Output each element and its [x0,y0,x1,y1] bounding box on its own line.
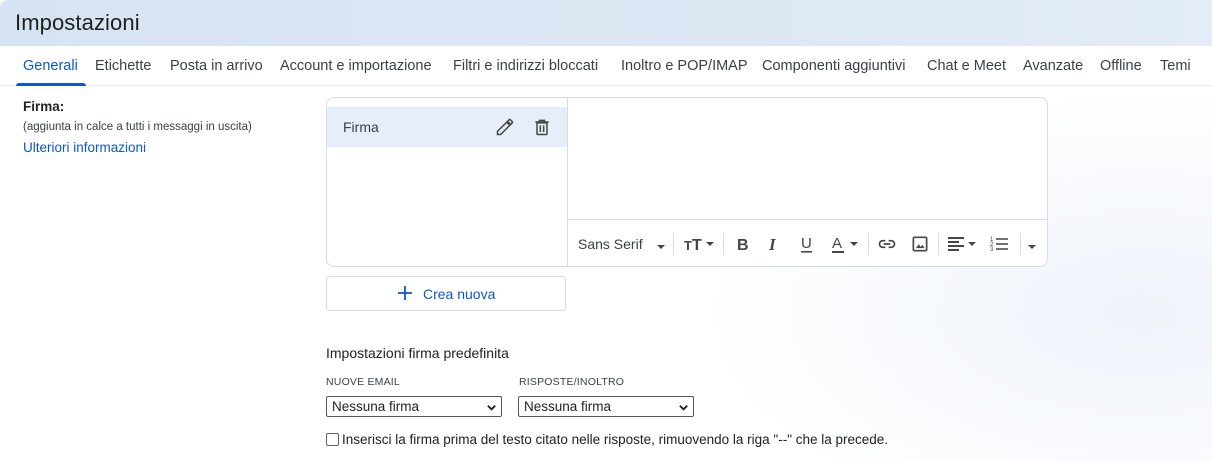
insert-before-quote-label: Inserisci la firma prima del testo citat… [342,432,889,447]
new-email-signature-select[interactable]: Nessuna firma [326,396,502,417]
svg-text:T: T [692,237,702,254]
tab-account-importazione[interactable]: Account e importazione [280,58,432,74]
default-signature-title: Impostazioni firma predefinita [326,345,509,361]
toolbar-divider [673,233,674,255]
tab-chat-meet[interactable]: Chat e Meet [927,58,1006,74]
tab-filtri[interactable]: Filtri e indirizzi bloccati [453,58,598,74]
bold-icon[interactable]: B [735,234,753,254]
new-email-label: NUOVE EMAIL [326,376,400,388]
tab-offline[interactable]: Offline [1100,58,1142,74]
replies-signature-select[interactable]: Nessuna firma [518,396,694,417]
page-title: Impostazioni [15,10,140,35]
new-email-selected-value: Nessuna firma [332,399,420,414]
align-icon[interactable] [946,234,980,254]
insert-before-quote-checkbox[interactable] [326,433,339,446]
signature-list: Firma [327,98,568,266]
chevron-down-icon [678,401,689,416]
formatting-toolbar: Sans Serif TT B I U A 1 2 3 [568,219,1047,266]
svg-text:U: U [801,235,812,252]
font-family-select[interactable]: Sans Serif [578,236,643,256]
svg-text:3: 3 [990,247,994,253]
toolbar-divider [868,233,869,255]
tab-posta-in-arrivo[interactable]: Posta in arrivo [170,58,263,74]
tab-temi[interactable]: Temi [1160,58,1191,74]
svg-text:A: A [832,235,842,252]
chevron-down-icon [486,401,497,416]
page-header: Impostazioni [0,0,1212,46]
numbered-list-icon[interactable]: 123 [990,234,1010,254]
svg-text:B: B [737,237,749,254]
signature-sublabel: (aggiunta in calce a tutti i messaggi in… [23,121,252,133]
edit-icon[interactable] [495,117,515,137]
tab-generali[interactable]: Generali [23,58,78,74]
signature-panel: Firma Sans Serif TT B I U A 1 2 3 [326,97,1048,267]
link-icon[interactable] [877,234,897,254]
font-dropdown-caret-icon[interactable] [656,239,666,259]
tab-avanzate[interactable]: Avanzate [1023,58,1083,74]
delete-icon[interactable] [532,117,552,137]
create-new-label: Crea nuova [423,286,496,302]
replies-selected-value: Nessuna firma [524,399,612,414]
tab-inoltro-pop-imap[interactable]: Inoltro e POP/IMAP [621,58,748,74]
text-color-icon[interactable]: A [830,234,862,254]
plus-icon [397,285,413,306]
create-new-signature-button[interactable]: Crea nuova [326,276,566,311]
toolbar-divider [723,233,724,255]
learn-more-link[interactable]: Ulteriori informazioni [23,140,146,155]
more-formatting-caret-icon[interactable] [1027,239,1037,259]
toolbar-divider [1020,233,1021,255]
tab-componenti-aggiuntivi[interactable]: Componenti aggiuntivi [762,58,905,74]
toolbar-divider [938,233,939,255]
font-size-icon[interactable]: TT [683,234,717,254]
tab-etichette[interactable]: Etichette [95,58,151,74]
svg-text:I: I [768,235,777,254]
signature-label: Firma: [23,99,65,114]
insert-image-icon[interactable] [910,234,930,254]
settings-tabs: Generali Etichette Posta in arrivo Accou… [0,46,1212,86]
svg-text:T: T [684,238,692,253]
signature-editor[interactable] [568,98,1047,219]
italic-icon[interactable]: I [766,234,784,254]
replies-label: RISPOSTE/INOLTRO [519,376,625,388]
signature-name: Firma [343,119,379,135]
underline-icon[interactable]: U [798,234,816,254]
active-tab-indicator [16,83,86,86]
signature-list-item[interactable]: Firma [327,107,567,147]
